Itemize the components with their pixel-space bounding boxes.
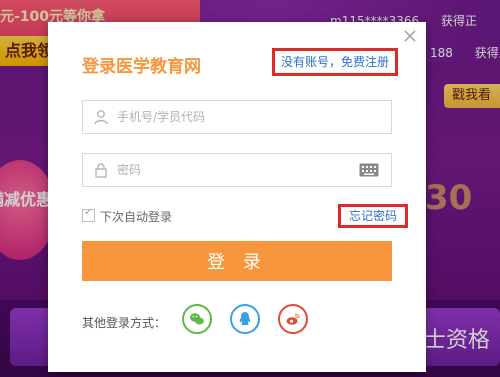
other-login-label: 其他登录方式： <box>82 316 167 330</box>
wechat-login-button[interactable] <box>182 304 212 334</box>
weibo-icon <box>286 313 300 325</box>
account-input[interactable] <box>117 101 347 133</box>
close-icon[interactable] <box>402 28 418 44</box>
register-link[interactable]: 没有账号，免费注册 <box>272 48 398 76</box>
keyboard-icon[interactable] <box>359 163 379 177</box>
password-input[interactable] <box>117 154 347 186</box>
auto-login-label: 下次自动登录 <box>100 210 173 224</box>
login-modal: 登录医学教育网 没有账号，免费注册 下次自动登录 忘记密码 登 录 其他登录方式… <box>48 22 426 372</box>
lock-icon <box>95 163 107 178</box>
qq-icon <box>239 312 251 325</box>
auto-login-option[interactable]: 下次自动登录 <box>82 207 173 225</box>
wechat-icon <box>190 313 204 325</box>
auto-login-checkbox[interactable] <box>82 207 95 222</box>
login-button[interactable]: 登 录 <box>82 241 392 281</box>
password-field[interactable] <box>82 153 392 187</box>
forgot-password-link[interactable]: 忘记密码 <box>338 204 408 228</box>
account-field[interactable] <box>82 100 392 134</box>
qq-login-button[interactable] <box>230 304 260 334</box>
weibo-login-button[interactable] <box>278 304 308 334</box>
login-title: 登录医学教育网 <box>82 57 201 77</box>
user-icon <box>94 110 108 125</box>
